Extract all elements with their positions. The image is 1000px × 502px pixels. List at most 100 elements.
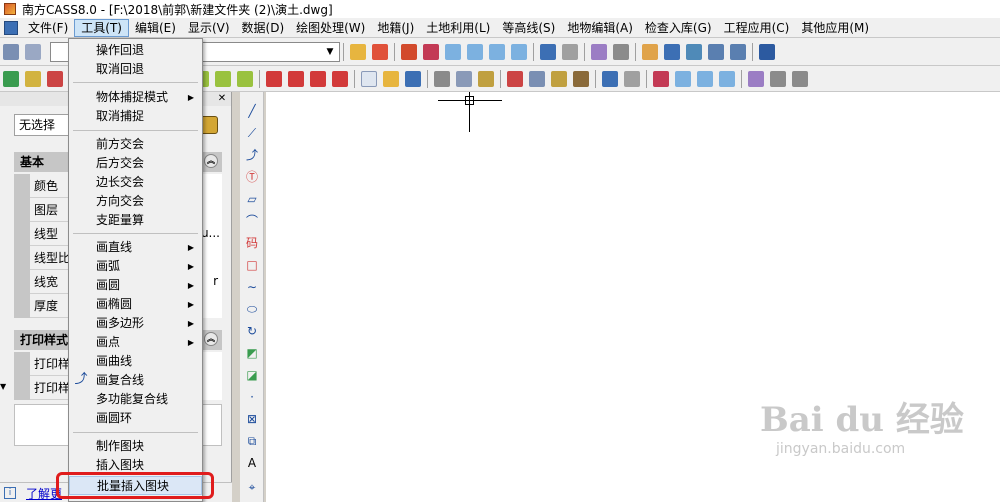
hatch-icon[interactable]: ⊠ [243,410,261,428]
menu-item-forward-intersection[interactable]: 前方交会 [69,135,202,154]
collapse-icon[interactable]: ︽ [204,154,218,168]
preview-icon[interactable] [456,70,472,87]
pan-icon[interactable] [653,70,669,87]
menu-item-draw-donut[interactable]: 画圆环 [69,409,202,428]
survey-icon[interactable] [3,70,19,87]
chevron-down-icon[interactable]: ▼ [323,45,337,59]
menu-item-draw-polyline[interactable]: ⤴ 画复合线 [69,371,202,390]
more-icon[interactable]: ⌖ [243,478,261,496]
layer-lock-icon[interactable] [310,70,326,87]
properties2-icon[interactable] [748,70,764,87]
menu-landuse[interactable]: 土地利用(L) [420,19,496,37]
paste-icon[interactable] [551,70,567,87]
ellipse-icon[interactable]: ⬭ [243,300,261,318]
menu-item-draw-point[interactable]: 画点 ▶ [69,333,202,352]
dash-line-icon[interactable] [730,43,746,60]
line-measure-icon[interactable] [708,43,724,60]
cut-icon[interactable] [507,70,523,87]
menu-item-resection[interactable]: 后方交会 [69,154,202,173]
help-icon[interactable] [759,43,775,60]
arc-icon[interactable]: ⌒ [243,212,261,230]
menu-item-draw-polygon[interactable]: 画多边形 ▶ [69,314,202,333]
menu-item-draw-curve[interactable]: 画曲线 [69,352,202,371]
text-icon[interactable]: A [243,454,261,472]
menu-item-cancel-osnap[interactable]: 取消捕捉 [69,107,202,126]
edit-icon[interactable] [642,43,658,60]
menu-engineering[interactable]: 工程应用(C) [718,19,796,37]
undo-icon[interactable] [540,43,556,60]
zoom-extents-icon[interactable] [511,43,527,60]
menu-item-draw-circle[interactable]: 画圆 ▶ [69,276,202,295]
target-icon[interactable] [47,70,63,87]
zoom-out-icon[interactable] [719,70,735,87]
menu-item-distance-intersection[interactable]: 边长交会 [69,173,202,192]
copy-icon[interactable] [529,70,545,87]
layer-state-icon[interactable] [25,43,41,60]
pencil-icon[interactable] [401,43,417,60]
save-icon[interactable] [405,70,421,87]
menu-file[interactable]: 文件(F) [22,19,74,37]
brush-icon[interactable] [423,43,439,60]
menu-contour[interactable]: 等高线(S) [496,19,561,37]
zoom-realtime-icon[interactable] [445,43,461,60]
menu-check[interactable]: 检查入库(G) [639,19,718,37]
properties-icon[interactable] [591,43,607,60]
layer-off-icon[interactable] [266,70,282,87]
print-icon[interactable] [434,70,450,87]
layers-icon[interactable] [3,43,19,60]
rectangle-icon[interactable]: ▱ [243,190,261,208]
zoom2-icon[interactable] [675,70,691,87]
zoom-previous-icon[interactable] [697,70,713,87]
circle-arrow-icon[interactable]: ↻ [243,322,261,340]
polyline-icon[interactable]: ⟋ [243,124,261,142]
pen-icon[interactable] [25,70,41,87]
menu-item-direction-intersection[interactable]: 方向交会 [69,192,202,211]
open-folder-icon[interactable] [383,70,399,87]
menu-item-multi-polyline[interactable]: 多功能复合线 [69,390,202,409]
column2-icon[interactable] [215,70,231,87]
text-tool-icon[interactable] [372,43,388,60]
curve-icon[interactable]: ∼ [243,278,261,296]
column3-icon[interactable] [237,70,253,87]
document-icon[interactable] [4,20,18,35]
match-properties-icon[interactable] [573,70,589,87]
scroll-down-icon[interactable]: ▼ [0,382,8,402]
menu-other[interactable]: 其他应用(M) [795,19,875,37]
menu-feature-edit[interactable]: 地物编辑(A) [561,19,639,37]
link-icon[interactable] [686,43,702,60]
tool-palette-icon[interactable] [792,70,808,87]
collapse-icon[interactable]: ︽ [204,332,218,346]
flag-icon[interactable] [350,43,366,60]
region-icon[interactable]: ⧉ [243,432,261,450]
move-icon[interactable] [664,43,680,60]
new-file-icon[interactable] [361,70,377,87]
publish-icon[interactable] [478,70,494,87]
layer-freeze-icon[interactable] [288,70,304,87]
menu-item-osnap[interactable]: 物体捕捉模式 ▶ [69,88,202,107]
shape2-icon[interactable]: ◪ [243,366,261,384]
design-center-icon[interactable] [770,70,786,87]
menu-item-redo[interactable]: 取消回退 [69,60,202,79]
point-icon[interactable]: · [243,388,261,406]
menu-item-undo[interactable]: 操作回退 [69,41,202,60]
redo-icon[interactable] [562,43,578,60]
redo2-icon[interactable] [624,70,640,87]
square-icon[interactable]: □ [243,256,261,274]
tp-icon[interactable]: Ⓣ [243,168,261,186]
menu-item-offset-measure[interactable]: 支距量算 [69,211,202,230]
menu-data[interactable]: 数据(D) [236,19,291,37]
line-icon[interactable]: ╱ [243,102,261,120]
menu-view[interactable]: 显示(V) [182,19,236,37]
menu-cadastre[interactable]: 地籍(J) [371,19,420,37]
zoom-in-icon[interactable] [489,43,505,60]
menu-item-draw-arc[interactable]: 画弧 ▶ [69,257,202,276]
menu-item-draw-ellipse[interactable]: 画椭圆 ▶ [69,295,202,314]
arc-polyline-icon[interactable]: ⤴ [243,146,261,164]
menu-item-make-block[interactable]: 制作图块 [69,437,202,456]
menu-item-draw-line[interactable]: 画直线 ▶ [69,238,202,257]
menu-edit[interactable]: 编辑(E) [129,19,182,37]
layer-isolate-icon[interactable] [332,70,348,87]
undo2-icon[interactable] [602,70,618,87]
shape-icon[interactable]: ◩ [243,344,261,362]
code-icon[interactable]: 码 [243,234,261,252]
